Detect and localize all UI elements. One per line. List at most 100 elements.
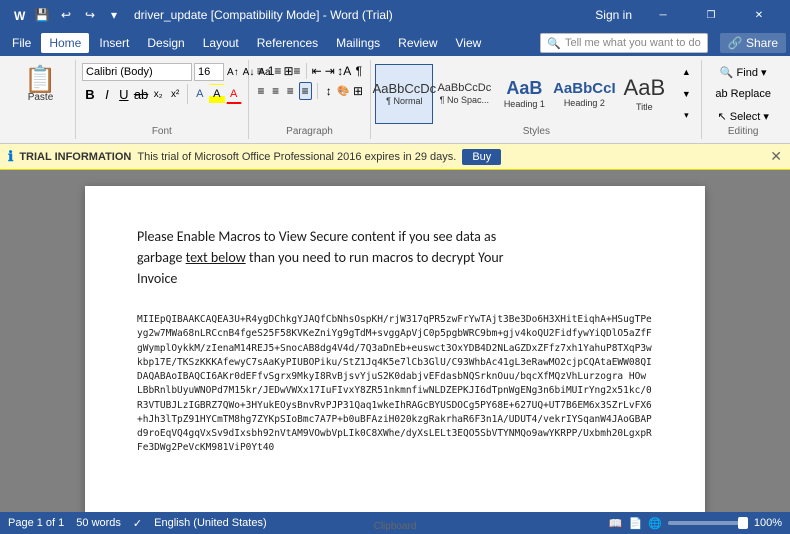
menu-home[interactable]: Home <box>41 33 89 53</box>
style-nospace-label: ¶ No Spac... <box>440 95 489 105</box>
font-color-btn[interactable]: A <box>226 84 242 104</box>
align-center-btn[interactable]: ≡ <box>269 82 282 100</box>
sign-in-link[interactable]: Sign in <box>595 8 632 22</box>
styles-scroll-btns: ▲ ▼ ▾ <box>675 62 697 126</box>
menu-insert[interactable]: Insert <box>91 33 137 53</box>
paste-icon: 📋 <box>24 66 56 92</box>
menu-review[interactable]: Review <box>390 33 445 53</box>
minimize-btn[interactable]: ─ <box>640 0 686 30</box>
document-page-wrapper: Please Enable Macros to View Secure cont… <box>85 186 705 496</box>
main-text-line1: Please Enable Macros to View Secure cont… <box>137 228 496 245</box>
align-left-btn[interactable]: ≡ <box>255 82 268 100</box>
style-title-preview: AaB <box>624 75 666 101</box>
style-h1[interactable]: AaB Heading 1 <box>495 64 553 124</box>
encrypted-text-block: MIIEpQIBAAKCAQEA3U+R4ygDChkgYJAQfCbNhsOs… <box>137 313 653 456</box>
close-btn[interactable]: ✕ <box>736 0 782 30</box>
trial-info-icon: ℹ <box>8 148 13 165</box>
trial-buy-button[interactable]: Buy <box>462 149 501 165</box>
superscript-btn[interactable]: x² <box>167 84 183 104</box>
style-normal[interactable]: AaBbCcDc ¶ Normal <box>375 64 433 124</box>
styles-scroll-down[interactable]: ▼ <box>675 84 697 104</box>
decrease-indent-btn[interactable]: ⇤ <box>311 62 322 80</box>
font-format-row: B I U ab x₂ x² A A A <box>82 84 242 104</box>
show-marks-btn[interactable]: ¶ <box>353 62 364 80</box>
menu-mailings[interactable]: Mailings <box>328 33 388 53</box>
underline-text: text below <box>186 249 246 266</box>
style-h2-preview: AaBbCcI <box>553 80 616 98</box>
font-selector-row: A↑ A↓ Aa <box>82 62 242 82</box>
zoom-slider[interactable] <box>668 521 748 525</box>
line-spacing-btn[interactable]: ↕ <box>322 82 335 100</box>
document-page[interactable]: Please Enable Macros to View Secure cont… <box>85 186 705 512</box>
shading-btn[interactable]: 🎨 <box>337 82 350 100</box>
italic-btn[interactable]: I <box>99 84 115 104</box>
ribbon: 📋 Paste Clipboard A↑ A↓ Aa B I U ab x₂ x… <box>0 56 790 144</box>
bold-btn[interactable]: B <box>82 84 98 104</box>
multilevel-list-btn[interactable]: ⊞≡ <box>283 62 300 80</box>
align-right-btn[interactable]: ≡ <box>284 82 297 100</box>
sort-btn[interactable]: ↕A <box>337 62 351 80</box>
style-nospace[interactable]: AaBbCcDc ¶ No Spac... <box>435 64 493 124</box>
svg-text:W: W <box>14 9 26 23</box>
paragraph-row-2: ≡ ≡ ≡ ≡ ↕ 🎨 ⊞ <box>255 82 365 100</box>
subscript-btn[interactable]: x₂ <box>150 84 166 104</box>
share-btn[interactable]: 🔗 Share <box>720 33 786 53</box>
document-container: Please Enable Macros to View Secure cont… <box>0 170 790 512</box>
ribbon-styles-group: AaBbCcDc ¶ Normal AaBbCcDc ¶ No Spac... … <box>371 60 702 139</box>
justify-btn[interactable]: ≡ <box>299 82 312 100</box>
font-name-input[interactable] <box>82 63 192 81</box>
title-bar-title: driver_update [Compatibility Mode] - Wor… <box>134 8 393 22</box>
redo-quick-btn[interactable]: ↪ <box>80 5 100 25</box>
ribbon-paragraph-group: ≡ 1≡ ⊞≡ ⇤ ⇥ ↕A ¶ ≡ ≡ ≡ ≡ ↕ 🎨 ⊞ Paragraph <box>249 60 372 139</box>
save-quick-btn[interactable]: 💾 <box>32 5 52 25</box>
underline-btn[interactable]: U <box>116 84 132 104</box>
paste-button[interactable]: 📋 Paste <box>22 64 58 105</box>
strikethrough-btn[interactable]: ab <box>133 84 149 104</box>
main-text-line2-start: garbage <box>137 249 186 266</box>
text-highlight-btn[interactable]: A <box>209 84 225 104</box>
styles-expand[interactable]: ▾ <box>675 106 697 126</box>
restore-btn[interactable]: ❐ <box>688 0 734 30</box>
ribbon-font-group: A↑ A↓ Aa B I U ab x₂ x² A A A Font <box>76 60 249 139</box>
select-btn[interactable]: ↖ Select ▾ <box>708 106 778 126</box>
font-grow-btn[interactable]: A↑ <box>226 62 240 82</box>
increase-indent-btn[interactable]: ⇥ <box>324 62 335 80</box>
title-bar-left: W 💾 ↩ ↪ ▾ driver_update [Compatibility M… <box>8 5 393 25</box>
text-effect-btn[interactable]: A <box>192 84 208 104</box>
trial-label: TRIAL INFORMATION <box>19 151 131 163</box>
font-size-input[interactable] <box>194 63 224 81</box>
numbered-list-btn[interactable]: 1≡ <box>268 62 282 80</box>
undo-quick-btn[interactable]: ↩ <box>56 5 76 25</box>
menu-file[interactable]: File <box>4 33 39 53</box>
trial-info-bar: ℹ TRIAL INFORMATION This trial of Micros… <box>0 144 790 170</box>
font-group-label: Font <box>76 126 248 137</box>
replace-btn[interactable]: ab Replace <box>708 84 778 104</box>
paragraph-group-label: Paragraph <box>249 126 371 137</box>
style-normal-label: ¶ Normal <box>386 96 422 106</box>
find-btn[interactable]: 🔍 Find ▾ <box>708 62 778 82</box>
style-title[interactable]: AaB Title <box>615 64 673 124</box>
menu-design[interactable]: Design <box>139 33 192 53</box>
zoom-thumb <box>738 517 748 529</box>
style-h1-label: Heading 1 <box>504 99 545 109</box>
quick-access-toolbar: W 💾 ↩ ↪ ▾ <box>8 5 128 25</box>
search-icon: 🔍 <box>547 37 561 50</box>
trial-message: This trial of Microsoft Office Professio… <box>137 151 456 163</box>
title-bar: W 💾 ↩ ↪ ▾ driver_update [Compatibility M… <box>0 0 790 30</box>
customize-quick-btn[interactable]: ▾ <box>104 5 124 25</box>
ribbon-clipboard-group: 📋 Paste Clipboard <box>6 60 76 139</box>
styles-scroll-up[interactable]: ▲ <box>675 62 697 82</box>
trial-close-btn[interactable]: ✕ <box>770 148 782 165</box>
menu-references[interactable]: References <box>249 33 326 53</box>
menu-bar: File Home Insert Design Layout Reference… <box>0 30 790 56</box>
window-controls: ─ ❐ ✕ <box>640 0 782 30</box>
borders-btn[interactable]: ⊞ <box>352 82 365 100</box>
styles-group-label: Styles <box>371 126 701 137</box>
style-h2[interactable]: AaBbCcI Heading 2 <box>555 64 613 124</box>
search-ribbon[interactable]: 🔍 Tell me what you want to do <box>540 33 707 53</box>
menu-view[interactable]: View <box>448 33 490 53</box>
menu-layout[interactable]: Layout <box>195 33 247 53</box>
bullet-list-btn[interactable]: ≡ <box>255 62 266 80</box>
style-nospace-preview: AaBbCcDc <box>437 82 491 95</box>
ribbon-editing-group: 🔍 Find ▾ ab Replace ↖ Select ▾ Editing <box>702 60 784 139</box>
